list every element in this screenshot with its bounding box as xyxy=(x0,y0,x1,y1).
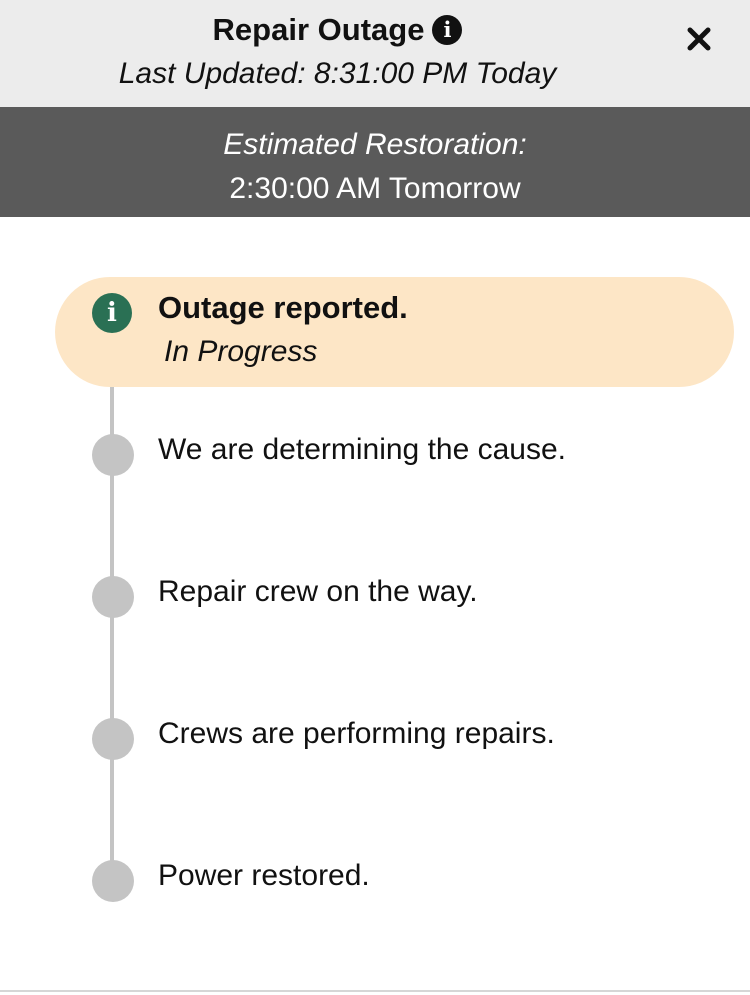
info-icon[interactable]: i xyxy=(432,15,463,45)
close-button[interactable] xyxy=(678,18,720,60)
step-dot-pending xyxy=(92,718,134,760)
close-icon xyxy=(687,27,711,51)
active-step-title: Outage reported. xyxy=(158,290,408,325)
restoration-label: Estimated Restoration: xyxy=(223,128,527,161)
step-label: Power restored. xyxy=(158,859,370,892)
step-dot-pending xyxy=(92,860,134,902)
restoration-time: 2:30:00 AM Tomorrow xyxy=(229,172,521,205)
step-dot-pending xyxy=(92,434,134,476)
last-updated-text: Last Updated: 8:31:00 PM Today xyxy=(118,57,557,90)
step-label: Crews are performing repairs. xyxy=(158,717,555,750)
step-label: We are determining the cause. xyxy=(158,433,567,466)
step-dot-pending xyxy=(92,576,134,618)
header: Repair Outage i Last Updated: 8:31:00 PM … xyxy=(0,0,750,107)
title-row: Repair Outage i xyxy=(0,8,675,52)
info-icon: i xyxy=(92,293,132,333)
active-step-status: In Progress xyxy=(164,335,318,368)
divider xyxy=(0,990,750,992)
estimated-restoration-banner: Estimated Restoration: 2:30:00 AM Tomorr… xyxy=(0,107,750,217)
page-title: Repair Outage xyxy=(212,12,425,47)
step-label: Repair crew on the way. xyxy=(158,575,478,608)
